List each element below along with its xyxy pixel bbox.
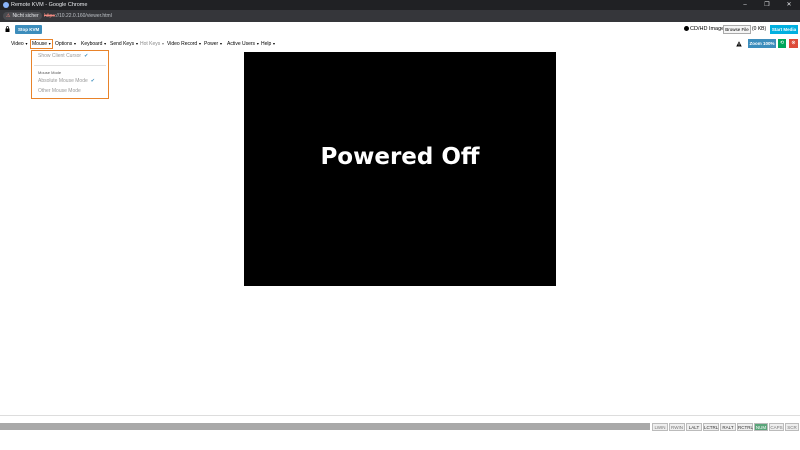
key-lctrl[interactable]: LCTRL — [703, 423, 719, 431]
menu-options[interactable]: Options▼ — [55, 40, 77, 48]
kvm-viewer-screen[interactable]: Powered Off — [244, 52, 556, 286]
lock-icon[interactable] — [5, 26, 10, 32]
url-field[interactable]: https://10.22.0.160/viewer.html — [44, 10, 112, 22]
browser-titlebar: Remote KVM - Google Chrome – ❐ ✕ — [0, 0, 800, 10]
show-client-cursor-option[interactable]: Show Client Cursor ✔ — [38, 53, 88, 60]
status-bar — [0, 423, 650, 430]
menu-hot-keys[interactable]: Hot Keys▼ — [140, 40, 165, 48]
browse-file-button[interactable]: Browse File — [723, 25, 751, 34]
refresh-icon[interactable]: ⟲ — [778, 39, 786, 48]
absolute-mouse-mode-option[interactable]: Absolute Mouse Mode ✔ — [38, 78, 95, 85]
cd-label-text: CD/HD Image: — [690, 26, 726, 32]
security-text: Nicht sicher — [12, 13, 39, 19]
key-rctrl[interactable]: RCTRL — [737, 423, 753, 431]
caret-down-icon: ▼ — [103, 42, 107, 46]
warning-icon[interactable] — [736, 41, 742, 47]
caret-down-icon: ▼ — [161, 42, 165, 46]
key-num[interactable]: NUM — [754, 423, 768, 431]
status-divider — [0, 415, 800, 416]
key-scr[interactable]: SCR — [785, 423, 799, 431]
menu-help[interactable]: Help▼ — [261, 40, 276, 48]
caret-down-icon: ▼ — [48, 42, 52, 46]
menu-mouse[interactable]: Mouse▼ — [30, 39, 54, 49]
key-lwin[interactable]: LWIN — [652, 423, 668, 431]
caret-down-icon: ▼ — [73, 42, 77, 46]
url-path: ://10.22.0.160/viewer.html — [54, 13, 112, 19]
security-indicator[interactable]: ⚠ Nicht sicher — [3, 12, 42, 20]
start-media-button[interactable]: Start Media — [770, 25, 798, 34]
menu-active-users[interactable]: Active Users▼ — [227, 40, 260, 48]
caret-down-icon: ▼ — [24, 42, 29, 46]
cd-image-label: CD/HD Image: — [684, 25, 726, 34]
mouse-mode-header: Mouse Mode — [38, 70, 62, 75]
minimize-button[interactable]: – — [734, 0, 756, 10]
caret-down-icon: ▼ — [219, 42, 223, 46]
chrome-app-icon — [3, 2, 9, 8]
checkmark-icon: ✔ — [84, 53, 89, 59]
zoom-button[interactable]: Zoom 100% — [748, 39, 776, 48]
caret-down-icon: ▼ — [256, 42, 260, 46]
url-scheme: https — [44, 13, 55, 19]
key-rwin[interactable]: RWIN — [669, 423, 685, 431]
menu-video-record[interactable]: Video Record▼ — [167, 40, 202, 48]
window-title: Remote KVM - Google Chrome — [11, 2, 88, 8]
address-bar: ⚠ Nicht sicher https://10.22.0.160/viewer… — [0, 10, 800, 22]
key-ralt[interactable]: RALT — [720, 423, 736, 431]
kvm-menubar: Video▼ Mouse▼ Options▼ Keyboard▼ Send Ke… — [0, 38, 800, 50]
caret-down-icon: ▼ — [135, 42, 139, 46]
menu-power[interactable]: Power▼ — [204, 40, 223, 48]
other-mouse-mode-option[interactable]: Other Mouse Mode — [38, 88, 81, 95]
powered-off-message: Powered Off — [320, 144, 480, 170]
warning-triangle-icon: ⚠ — [6, 13, 11, 19]
menu-send-keys[interactable]: Send Keys▼ — [110, 40, 139, 48]
mouse-dropdown-menu: Show Client Cursor ✔ Mouse Mode Absolute … — [31, 50, 109, 99]
key-caps[interactable]: CAPS — [769, 423, 784, 431]
stop-kvm-button[interactable]: Stop KVM — [15, 25, 43, 34]
caret-down-icon: ▼ — [198, 42, 202, 46]
menu-divider — [34, 65, 106, 66]
disc-icon — [684, 25, 689, 31]
maximize-button[interactable]: ❐ — [756, 0, 778, 10]
menu-keyboard[interactable]: Keyboard▼ — [81, 40, 107, 48]
checkmark-icon: ✔ — [90, 78, 95, 84]
file-size: (0 KB) — [752, 26, 767, 32]
close-viewer-icon[interactable]: ⊗ — [789, 39, 798, 48]
window-close-button[interactable]: ✕ — [778, 0, 800, 10]
key-lalt[interactable]: LALT — [686, 423, 702, 431]
menu-video[interactable]: Video▼ — [11, 40, 28, 48]
caret-down-icon: ▼ — [272, 42, 276, 46]
kvm-toolbar: Stop KVM CD/HD Image: Browse File (0 KB)… — [0, 22, 800, 37]
